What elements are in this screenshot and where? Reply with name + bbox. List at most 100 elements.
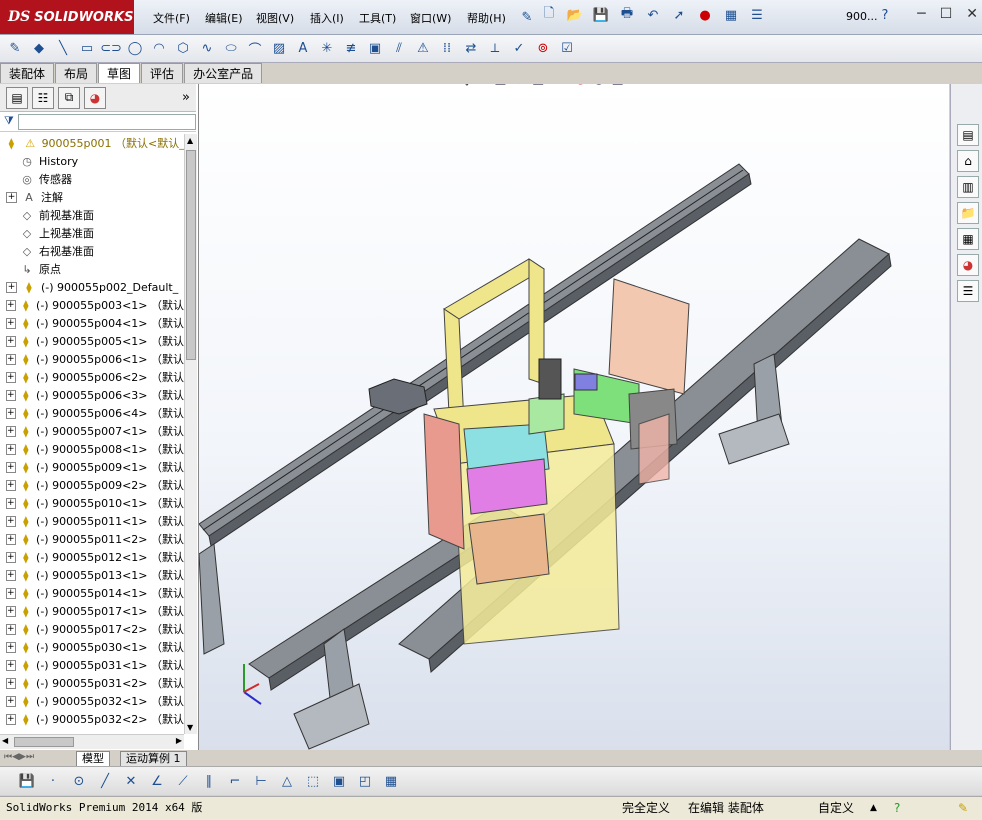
expand-icon[interactable]: +: [6, 713, 16, 725]
expand-icon[interactable]: +: [6, 335, 16, 347]
line-icon[interactable]: ╲: [54, 39, 72, 57]
unit-dropdown-icon[interactable]: ▲: [870, 800, 877, 816]
expand-icon[interactable]: +: [6, 461, 16, 473]
minimize-icon[interactable]: ─: [917, 6, 925, 22]
select-cursor-icon[interactable]: ➚: [670, 6, 688, 24]
tree-item[interactable]: + ⧫ (-) 900055p002_Default_: [0, 278, 184, 296]
rebuild-icon[interactable]: ●: [696, 6, 714, 24]
offset-icon[interactable]: ⫽: [390, 39, 408, 57]
tree-item[interactable]: + ⧫ (-) 900055p006<2> （默认: [0, 368, 184, 386]
tree-item[interactable]: + ⧫ (-) 900055p014<1> （默认: [0, 584, 184, 602]
expand-icon[interactable]: +: [6, 317, 16, 329]
table-icon[interactable]: ▦: [382, 772, 400, 790]
tree-root[interactable]: ⧫ ⚠ 900055p001 （默认<默认_显: [0, 134, 184, 152]
print-icon[interactable]: 🖶: [618, 6, 636, 24]
scroll-left-icon[interactable]: ◀: [2, 736, 8, 745]
expand-icon[interactable]: +: [6, 677, 16, 689]
menu-window[interactable]: 窗口(W): [410, 10, 451, 26]
scroll-right-icon[interactable]: ▶: [176, 736, 182, 745]
parallel-icon[interactable]: ∥: [200, 772, 218, 790]
tree-item[interactable]: + ⧫ (-) 900055p032<2> （默认: [0, 710, 184, 728]
undo-icon[interactable]: ↶: [644, 6, 662, 24]
display-manager-icon[interactable]: ◕: [84, 86, 106, 109]
pin-icon[interactable]: ✎: [518, 8, 536, 26]
tab-model[interactable]: 模型: [76, 751, 110, 767]
point-icon[interactable]: ✳: [318, 39, 336, 57]
trim-icon[interactable]: ≢: [342, 39, 360, 57]
expand-icon[interactable]: +: [6, 299, 16, 311]
tree-item[interactable]: + ⧫ (-) 900055p009<1> （默认: [0, 458, 184, 476]
expand-icon[interactable]: +: [6, 623, 16, 635]
solidworks-logo[interactable]: DS SOLIDWORKS: [0, 0, 134, 34]
options-icon[interactable]: ☰: [748, 6, 766, 24]
line-small-icon[interactable]: ╱: [96, 772, 114, 790]
tag-icon[interactable]: ✎: [958, 800, 968, 816]
expand-icon[interactable]: +: [6, 533, 16, 545]
smart-dimension-icon[interactable]: ◆: [30, 39, 48, 57]
file-properties-icon[interactable]: ▦: [722, 6, 740, 24]
tree-item[interactable]: + ⧫ (-) 900055p006<1> （默认: [0, 350, 184, 368]
expand-icon[interactable]: +: [6, 497, 16, 509]
expand-icon[interactable]: +: [6, 407, 16, 419]
wireframe-icon[interactable]: ⬚: [304, 772, 322, 790]
expand-icon[interactable]: +: [6, 389, 16, 401]
quick-snaps-icon[interactable]: ⊚: [534, 39, 552, 57]
tree-vertical-scrollbar[interactable]: ▲ ▼: [184, 134, 197, 734]
tree-item[interactable]: + ⧫ (-) 900055p011<1> （默认: [0, 512, 184, 530]
tree-item[interactable]: + ⧫ (-) 900055p013<1> （默认: [0, 566, 184, 584]
appearances-icon[interactable]: ◕: [957, 254, 979, 276]
feature-tree-icon[interactable]: ▤: [6, 86, 28, 109]
tree-item[interactable]: + ⧫ (-) 900055p010<1> （默认: [0, 494, 184, 512]
circle-icon[interactable]: ◯: [126, 39, 144, 57]
tree-item[interactable]: + ⧫ (-) 900055p011<2> （默认: [0, 530, 184, 548]
tab-assembly[interactable]: 装配体: [0, 63, 55, 83]
tree-item[interactable]: + ⧫ (-) 900055p031<1> （默认: [0, 656, 184, 674]
rapid-sketch-icon[interactable]: ☑: [558, 39, 576, 57]
expand-icon[interactable]: +: [6, 425, 16, 437]
text-icon[interactable]: A: [294, 39, 312, 57]
expand-icon[interactable]: +: [6, 551, 16, 563]
scroll-up-icon[interactable]: ▲: [187, 136, 193, 145]
expand-icon[interactable]: +: [6, 695, 16, 707]
custom-properties-icon[interactable]: ☰: [957, 280, 979, 302]
home-icon[interactable]: ⌂: [957, 150, 979, 172]
arc-icon[interactable]: ◠: [150, 39, 168, 57]
expand-icon[interactable]: +: [6, 641, 16, 653]
expand-icon[interactable]: +: [6, 191, 17, 203]
tree-item[interactable]: + ⧫ (-) 900055p012<1> （默认: [0, 548, 184, 566]
hscroll-thumb[interactable]: [14, 737, 74, 747]
scroll-thumb[interactable]: [186, 150, 196, 360]
tree-item[interactable]: ◷ History: [0, 152, 184, 170]
menu-view[interactable]: 视图(V): [256, 10, 294, 26]
tab-office-products[interactable]: 办公室产品: [184, 63, 263, 83]
filter-icon[interactable]: ⧩: [4, 114, 14, 128]
spline-icon[interactable]: ∿: [198, 39, 216, 57]
expand-icon[interactable]: +: [6, 659, 16, 671]
fillet-icon[interactable]: ⌒: [246, 39, 264, 58]
tree-item[interactable]: + ⧫ (-) 900055p009<2> （默认: [0, 476, 184, 494]
design-library-icon[interactable]: ▥: [957, 176, 979, 198]
tree-item[interactable]: + ⧫ (-) 900055p032<1> （默认: [0, 692, 184, 710]
open-folder-icon[interactable]: 📂: [566, 6, 584, 24]
save-icon[interactable]: 💾: [592, 6, 610, 24]
expand-icon[interactable]: +: [6, 605, 16, 617]
tree-item[interactable]: + ⧫ (-) 900055p030<1> （默认: [0, 638, 184, 656]
tab-nav-arrows-icon[interactable]: ⏮◀▶⏭: [4, 752, 34, 762]
triangle-icon[interactable]: △: [278, 772, 296, 790]
expand-icon[interactable]: +: [6, 281, 17, 293]
menu-tools[interactable]: 工具(T): [359, 10, 396, 26]
chamfer-icon[interactable]: ⟋: [174, 772, 192, 790]
ellipse-icon[interactable]: ⬭: [222, 39, 240, 57]
tree-item[interactable]: + ⧫ (-) 900055p017<2> （默认: [0, 620, 184, 638]
center-point-icon[interactable]: ⊙: [70, 772, 88, 790]
tab-sketch[interactable]: 草图: [98, 63, 141, 83]
linear-pattern-icon[interactable]: ⁞⁞: [438, 39, 456, 57]
menu-edit[interactable]: 编辑(E): [205, 10, 243, 26]
tree-horizontal-scrollbar[interactable]: ◀ ▶: [0, 734, 184, 749]
tree-item[interactable]: ◇ 右视基准面: [0, 242, 184, 260]
tree-item[interactable]: ◎ 传感器: [0, 170, 184, 188]
maximize-icon[interactable]: ☐: [940, 6, 953, 22]
tree-item[interactable]: ◇ 前视基准面: [0, 206, 184, 224]
expand-icon[interactable]: +: [6, 443, 16, 455]
intersect-icon[interactable]: ✕: [122, 772, 140, 790]
